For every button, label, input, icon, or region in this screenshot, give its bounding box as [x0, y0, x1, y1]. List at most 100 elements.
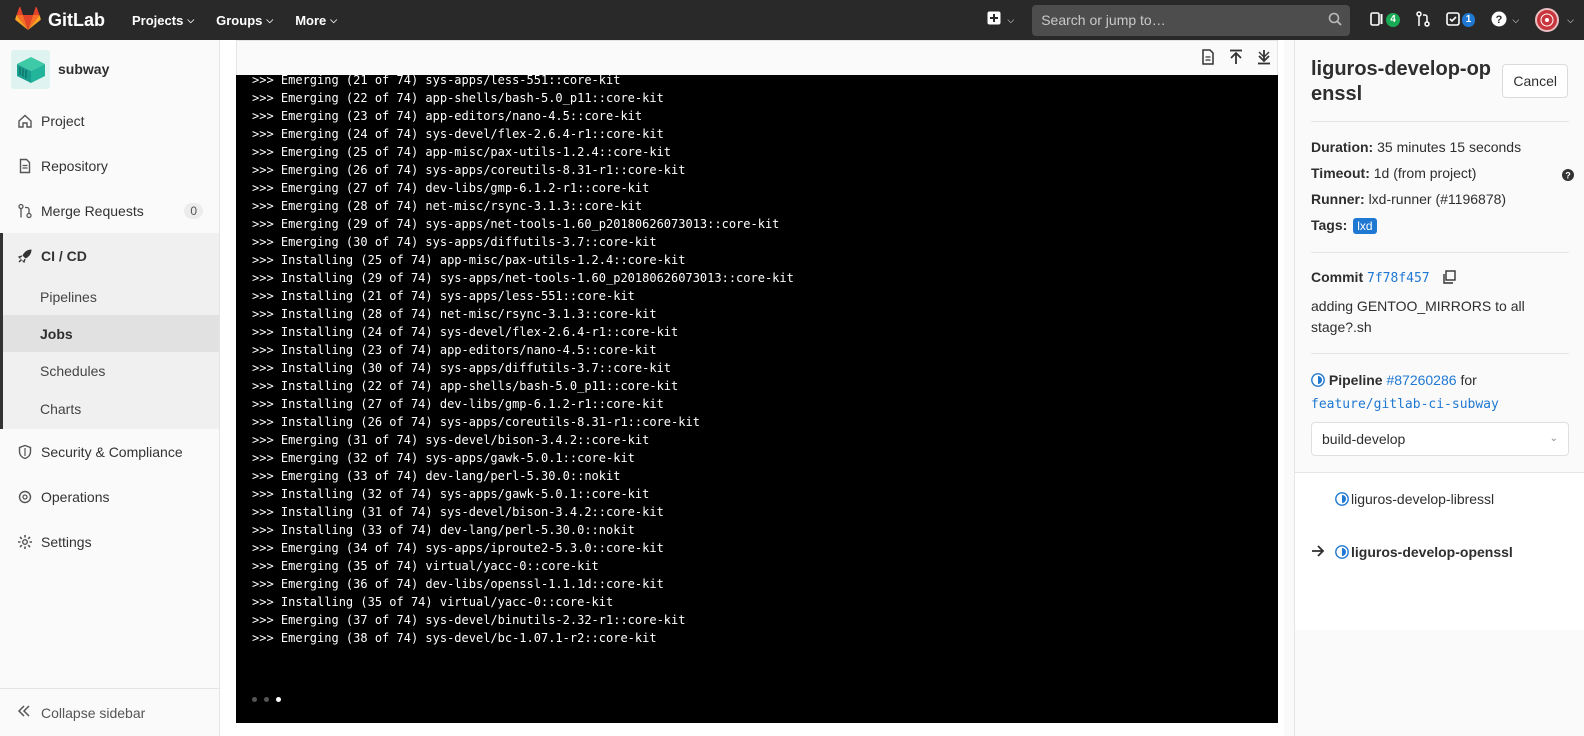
chevron-down-icon: ⌵ — [330, 14, 338, 25]
cancel-button[interactable]: Cancel — [1502, 64, 1568, 98]
todo-check-icon — [1445, 11, 1460, 29]
question-circle-icon[interactable]: ? — [1562, 168, 1574, 184]
log-line: >>> Emerging (25 of 74) app-misc/pax-uti… — [252, 145, 672, 159]
log-line: >>> Emerging (35 of 74) virtual/yacc-0::… — [252, 559, 599, 573]
copy-icon[interactable] — [1442, 270, 1456, 287]
log-line: >>> Installing (31 of 74) sys-devel/biso… — [252, 505, 664, 519]
pipeline-row: Pipeline #87260286 for feature/gitlab-ci… — [1311, 370, 1571, 415]
sidebar-item-operations[interactable]: Operations — [0, 474, 219, 519]
tags-label: Tags: — [1311, 217, 1348, 233]
sidebar-item-settings[interactable]: Settings — [0, 519, 219, 564]
log-line: >>> Emerging (23 of 74) app-editors/nano… — [252, 109, 643, 123]
gear-icon — [17, 534, 33, 550]
sidebar-item-label: Operations — [41, 488, 110, 505]
menu-groups-label: Groups — [216, 12, 263, 28]
job-details-sidebar: liguros-develop-openssl Cancel Duration:… — [1294, 40, 1584, 736]
sidebar-item-label: Project — [41, 112, 85, 129]
log-line: >>> Installing (35 of 74) virtual/yacc-0… — [252, 595, 614, 609]
sidebar-item-label: Security & Compliance — [41, 443, 183, 460]
collapse-sidebar-label: Collapse sidebar — [41, 704, 146, 721]
loading-dot — [264, 697, 269, 702]
log-line: >>> Emerging (22 of 74) app-shells/bash-… — [252, 91, 664, 105]
sidebar-item-label: CI / CD — [41, 247, 87, 264]
project-header[interactable]: subway — [0, 40, 219, 98]
project-name: subway — [58, 61, 110, 77]
log-line: >>> Emerging (21 of 74) sys-apps/less-55… — [252, 75, 621, 87]
help-dropdown[interactable]: ? ⌵ — [1491, 11, 1519, 30]
sidebar-item-project[interactable]: Project — [0, 98, 219, 143]
log-line: >>> Installing (28 of 74) net-misc/rsync… — [252, 307, 657, 321]
sidebar-subitem-jobs[interactable]: Jobs — [3, 315, 219, 352]
log-line: >>> Emerging (30 of 74) sys-apps/diffuti… — [252, 235, 657, 249]
brand-name: GitLab — [48, 9, 105, 30]
project-avatar — [11, 49, 50, 89]
panel-gutter — [1295, 630, 1305, 736]
stage-job-label: liguros-develop-openssl — [1351, 544, 1513, 560]
home-icon — [17, 113, 33, 129]
collapse-sidebar-button[interactable]: Collapse sidebar — [0, 688, 219, 736]
job-title: liguros-develop-openssl — [1311, 58, 1491, 105]
menu-projects[interactable]: Projects ⌵ — [132, 13, 194, 28]
search-icon — [1328, 12, 1342, 29]
merge-request-icon — [17, 203, 33, 219]
sidebar-subitem-pipelines[interactable]: Pipelines — [3, 278, 219, 315]
scroll-to-top-button[interactable] — [1229, 49, 1243, 68]
sidebar-item-label: Settings — [41, 533, 92, 550]
sidebar-item-cicd[interactable]: CI / CD — [3, 233, 219, 278]
menu-groups[interactable]: Groups ⌵ — [216, 13, 273, 28]
pipeline-label: Pipeline — [1328, 372, 1383, 388]
log-line: >>> Emerging (28 of 74) net-misc/rsync-3… — [252, 199, 643, 213]
sidebar-item-label: Merge Requests — [41, 202, 144, 219]
issues-link[interactable]: 4 — [1370, 11, 1400, 29]
sidebar-subitem-schedules[interactable]: Schedules — [3, 352, 219, 389]
sidebar-subitem-charts[interactable]: Charts — [3, 389, 219, 429]
loading-dot — [252, 697, 257, 702]
scroll-to-bottom-button[interactable] — [1257, 49, 1271, 68]
runner-label: Runner: — [1311, 191, 1365, 207]
stage-select[interactable]: build-develop ⌄ — [1311, 422, 1569, 456]
new-dropdown[interactable]: ⌵ — [987, 11, 1014, 29]
status-running-icon — [1335, 545, 1349, 562]
todos-count-badge: 1 — [1461, 13, 1476, 27]
duration-value: 35 minutes 15 seconds — [1377, 139, 1522, 155]
raw-log-button[interactable] — [1201, 48, 1215, 68]
list-item[interactable]: liguros-develop-libressl — [1295, 479, 1584, 519]
menu-more[interactable]: More ⌵ — [295, 13, 337, 28]
tags-row: Tags: lxd — [1311, 217, 1377, 234]
pipeline-for-text: for — [1460, 372, 1477, 388]
avatar — [1535, 8, 1560, 32]
chevron-down-icon: ⌵ — [1512, 14, 1520, 25]
scroll-top-icon — [1229, 49, 1243, 68]
help-icon: ? — [1491, 11, 1507, 30]
stage-jobs-list: liguros-develop-libressl liguros-develop… — [1295, 472, 1584, 630]
list-item[interactable]: liguros-develop-openssl — [1295, 532, 1584, 572]
gitlab-home-link[interactable]: GitLab — [15, 0, 105, 40]
divider — [1311, 252, 1569, 253]
log-line: >>> Installing (30 of 74) sys-apps/diffu… — [252, 361, 672, 375]
todos-link[interactable]: 1 — [1445, 11, 1476, 29]
log-line: >>> Installing (23 of 74) app-editors/na… — [252, 343, 657, 357]
sidebar-item-repository[interactable]: Repository — [0, 143, 219, 188]
scroll-bottom-icon — [1257, 49, 1271, 68]
commit-sha-link[interactable]: 7f78f457 — [1367, 271, 1430, 286]
tag-badge: lxd — [1353, 218, 1377, 234]
sidebar-group-cicd: CI / CD Pipelines Jobs Schedules Charts — [0, 233, 219, 429]
pipeline-link[interactable]: #87260286 — [1386, 372, 1456, 388]
navbar-right: ⌵ Search or jump to… 4 1 ? ⌵ ⌵ — [987, 0, 1584, 40]
user-menu[interactable]: ⌵ — [1535, 8, 1574, 32]
log-line: >>> Emerging (27 of 74) dev-libs/gmp-6.1… — [252, 181, 650, 195]
timeout-value: 1d (from project) — [1373, 165, 1477, 181]
status-running-icon — [1335, 492, 1349, 509]
sidebar-item-merge-requests[interactable]: Merge Requests 0 — [0, 188, 219, 233]
chevron-down-icon: ⌵ — [187, 14, 195, 25]
search-input[interactable]: Search or jump to… — [1032, 4, 1351, 36]
log-line: >>> Emerging (24 of 74) sys-devel/flex-2… — [252, 127, 664, 141]
stage-job-label: liguros-develop-libressl — [1351, 491, 1495, 507]
runner-row: Runner: lxd-runner (#1196878) — [1311, 191, 1506, 207]
merge-requests-link[interactable] — [1416, 10, 1430, 30]
log-line: >>> Emerging (36 of 74) dev-libs/openssl… — [252, 577, 664, 591]
duration-label: Duration: — [1311, 139, 1374, 155]
chevron-down-icon: ⌄ — [1549, 433, 1558, 444]
branch-link[interactable]: feature/gitlab-ci-subway — [1311, 397, 1499, 412]
sidebar-item-security[interactable]: Security & Compliance — [0, 429, 219, 474]
